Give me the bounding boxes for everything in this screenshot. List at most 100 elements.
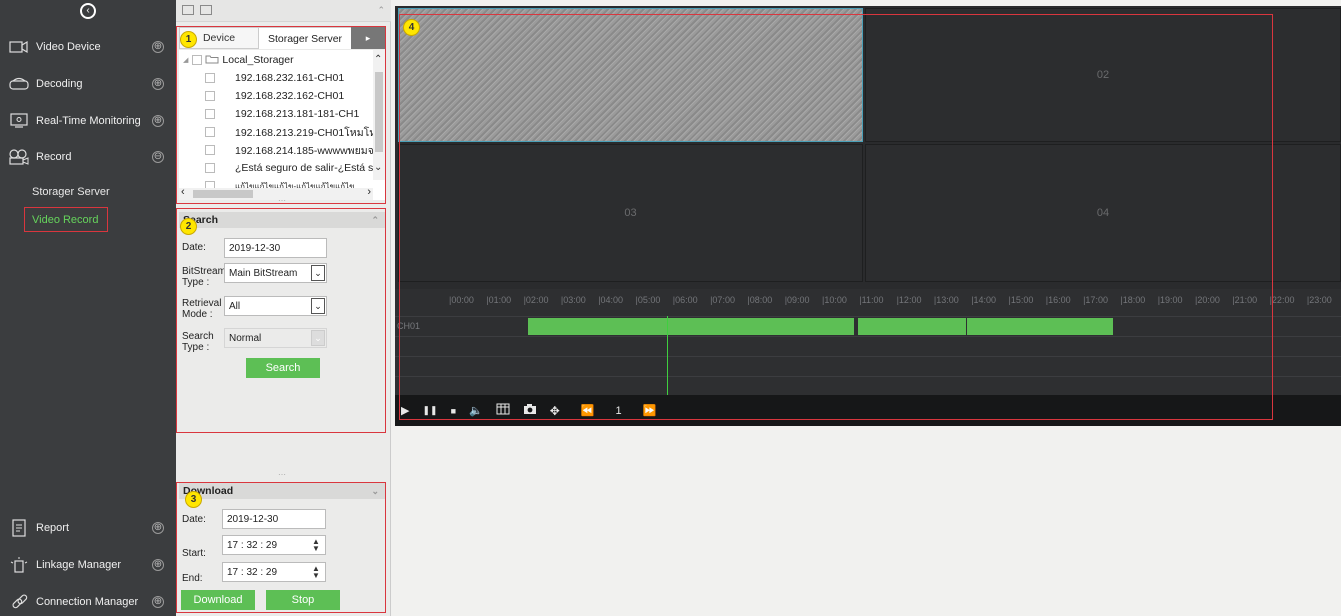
chevron-down-icon[interactable]: ⌄	[311, 265, 325, 281]
tree-item-label: 192.168.213.219-CH01โหมโหม21	[235, 126, 385, 139]
vertical-scrollbar[interactable]: ⌃ ⌄	[373, 50, 385, 180]
search-date-input[interactable]: 2019-12-30	[224, 238, 327, 258]
nav-label: Linkage Manager	[36, 559, 122, 571]
clip-icon[interactable]	[496, 403, 510, 418]
checkbox[interactable]	[205, 73, 215, 83]
download-date-label: Date:	[182, 514, 206, 525]
nav-record[interactable]: Record ⊖	[0, 139, 176, 175]
chevron-up-icon[interactable]: ⌃	[377, 5, 385, 16]
checkbox[interactable]	[192, 55, 203, 65]
play-icon[interactable]: ▶	[401, 404, 409, 417]
collapse-sidebar-icon[interactable]: ‹	[80, 3, 96, 19]
nav-label: Decoding	[36, 78, 83, 90]
checkbox[interactable]	[205, 109, 215, 119]
video-pane-03[interactable]: 03	[398, 144, 863, 282]
slow-down-icon[interactable]: ⏪	[581, 404, 595, 417]
bitstream-label: BitStream Type :	[182, 266, 226, 288]
horizontal-scrollbar[interactable]: ‹ ›	[179, 186, 373, 200]
download-button[interactable]: Download	[181, 590, 255, 610]
timeline-hour-label: |13:00	[933, 295, 959, 305]
tree-item[interactable]: 192.168.213.219-CH01โหมโหม21	[205, 123, 385, 141]
nav-decoding[interactable]: Decoding ⊕	[0, 66, 176, 102]
scroll-up-icon[interactable]: ⌃	[374, 54, 382, 65]
callout-number-4: 4	[403, 19, 420, 36]
tree-item[interactable]: 192.168.232.162-CH01	[205, 87, 344, 105]
expand-icon[interactable]: ⊕	[152, 596, 164, 608]
timeline-hour-label: |22:00	[1269, 295, 1295, 305]
tab-scroll-right-icon[interactable]: ▸	[351, 27, 385, 49]
resize-grip-icon[interactable]: ⋯	[278, 470, 286, 479]
end-time-input[interactable]: 17 : 32 : 29 ▲ ▼	[222, 562, 326, 582]
checkbox[interactable]	[205, 145, 215, 155]
expand-icon[interactable]: ⊕	[152, 78, 164, 90]
scroll-thumb[interactable]	[193, 190, 253, 198]
camera-snapshot-icon[interactable]	[523, 403, 537, 418]
bitstream-select[interactable]: Main BitStream ⌄	[224, 263, 327, 283]
tree-item-label: ¿Está seguro de salir-¿Está seç	[235, 162, 385, 174]
search-button[interactable]: Search	[246, 358, 320, 378]
expand-triangle-icon[interactable]: ◢	[183, 56, 188, 64]
video-pane-04[interactable]: 04	[865, 144, 1341, 282]
nav-report[interactable]: Report ⊕	[0, 510, 176, 546]
scroll-right-icon[interactable]: ›	[367, 186, 371, 198]
chevron-up-icon[interactable]: ⌃	[371, 212, 379, 228]
checkbox[interactable]	[205, 127, 215, 137]
checkbox[interactable]	[205, 91, 215, 101]
chevron-down-icon[interactable]: ⌄	[371, 483, 379, 499]
tree-root[interactable]: ◢ Local_Storager	[183, 51, 294, 69]
tree-item[interactable]: ¿Está seguro de salir-¿Está seç	[205, 159, 384, 177]
pause-icon[interactable]: ❚❚	[422, 405, 437, 416]
timeline-hour-label: |07:00	[710, 295, 735, 305]
retrieval-mode-value: All	[229, 300, 241, 312]
expand-icon[interactable]: ⊕	[152, 115, 164, 127]
expand-icon[interactable]: ⊕	[152, 41, 164, 53]
nav-linkage-manager[interactable]: Linkage Manager ⊕	[0, 547, 176, 583]
panel-toolbar: ⌃	[176, 0, 391, 22]
collapse-icon[interactable]: ⊖	[152, 151, 164, 163]
tree-item[interactable]: 192.168.213.181-181-CH1	[205, 105, 359, 123]
expand-icon[interactable]: ⊕	[152, 522, 164, 534]
record-segment[interactable]	[527, 318, 854, 335]
video-pane-01[interactable]	[398, 8, 863, 142]
nav-real-time-monitoring[interactable]: Real-Time Monitoring ⊕	[0, 103, 176, 139]
monitor-icon	[8, 113, 30, 129]
callout-number-3: 3	[185, 491, 202, 508]
search-section-header[interactable]: Search ⌃	[179, 212, 385, 228]
record-segment[interactable]	[966, 318, 1114, 335]
checkbox[interactable]	[205, 163, 215, 173]
speed-value: 1	[615, 404, 622, 417]
time-spinner-icon[interactable]: ▲ ▼	[310, 538, 322, 553]
linkage-icon	[8, 557, 30, 573]
start-time-input[interactable]: 17 : 32 : 29 ▲ ▼	[222, 535, 326, 555]
grid-view-icon[interactable]	[182, 5, 194, 15]
playback-cursor[interactable]	[667, 316, 669, 398]
volume-icon[interactable]: 🔈	[469, 404, 483, 417]
highlight-box	[24, 207, 108, 232]
retrieval-mode-select[interactable]: All ⌄	[224, 296, 327, 316]
decoding-icon	[8, 76, 30, 92]
expand-icon[interactable]: ⊕	[152, 559, 164, 571]
stop-button[interactable]: Stop	[266, 590, 340, 610]
record-segment[interactable]	[857, 318, 966, 335]
scroll-left-icon[interactable]: ‹	[181, 186, 185, 198]
ptz-direction-icon[interactable]: ✥	[550, 404, 560, 418]
download-section-header[interactable]: Download ⌄	[179, 483, 385, 499]
chevron-down-icon[interactable]: ⌄	[311, 298, 325, 314]
nav-video-device[interactable]: Video Device ⊕	[0, 29, 176, 65]
resize-grip-icon[interactable]: ⋯	[278, 196, 286, 205]
tab-storager-server[interactable]: Storager Server	[259, 27, 351, 49]
list-view-icon[interactable]	[200, 5, 212, 15]
tree-item[interactable]: 192.168.214.185-wwwwพยมจจย่	[205, 141, 385, 159]
video-pane-02[interactable]: 02	[865, 8, 1341, 142]
time-spinner-icon[interactable]: ▲ ▼	[310, 565, 322, 580]
stop-icon[interactable]: ■	[451, 406, 456, 416]
sub-item-storager-server[interactable]: Storager Server	[32, 186, 110, 198]
download-date-input[interactable]: 2019-12-30	[222, 509, 326, 529]
nav-connection-manager[interactable]: Connection Manager ⊕	[0, 584, 176, 616]
timeline[interactable]: CH01 |00:00 |01:00 |02:00 |03:00 |04:00 |05:0…	[395, 289, 1341, 398]
speed-up-icon[interactable]: ⏩	[643, 404, 657, 417]
tree-item[interactable]: 192.168.232.161-CH01	[205, 69, 344, 87]
timeline-hour-label: |00:00	[449, 295, 474, 305]
scroll-down-icon[interactable]: ⌄	[374, 162, 382, 173]
scroll-thumb[interactable]	[375, 72, 383, 152]
